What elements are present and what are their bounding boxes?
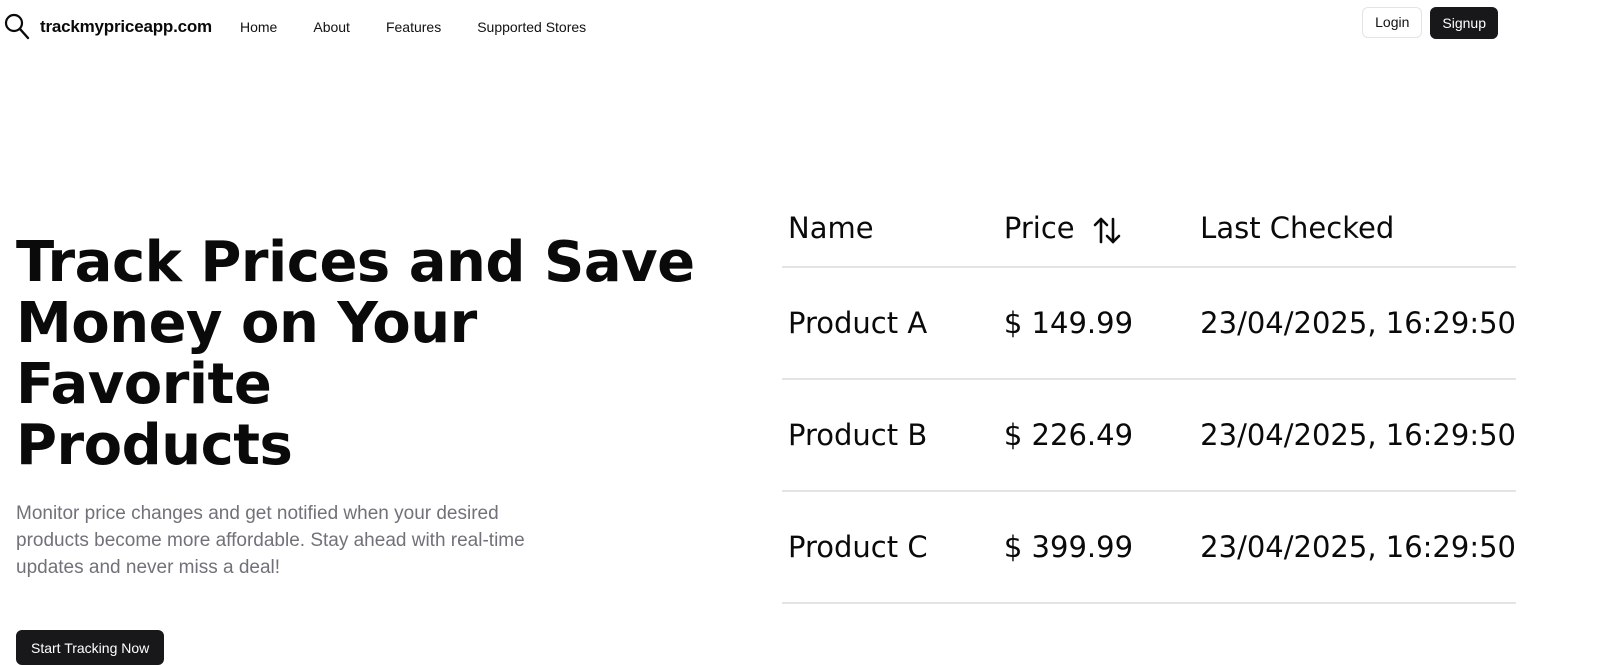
last-checked-cell: 23/04/2025, 16:29:50 [1194, 379, 1516, 492]
hero-description: Monitor price changes and get notified w… [16, 503, 525, 578]
column-header-price: Price [997, 190, 1195, 268]
hero-title: Track Prices and Save Money on Your Favo… [16, 232, 736, 476]
login-button[interactable]: Login [1362, 7, 1423, 38]
table-row[interactable]: Product C $ 399.99 23/04/2025, 16:29:50 [782, 491, 1516, 604]
hero-section: Track Prices and Save Money on Your Favo… [16, 232, 736, 665]
auth-buttons: Login Signup [1362, 7, 1498, 39]
price-table: Name Price Last Checked Product A $ 149.… [782, 190, 1516, 604]
column-header-label: Last Checked [1200, 211, 1395, 245]
last-checked-cell: 23/04/2025, 16:29:50 [1194, 267, 1516, 380]
brand[interactable]: trackmypriceapp.com [4, 13, 212, 41]
hero-title-line: Money on Your Favorite [16, 291, 477, 417]
last-checked-cell: 23/04/2025, 16:29:50 [1194, 491, 1516, 604]
sort-arrows-icon[interactable] [1091, 214, 1123, 246]
hero-title-line: Track Prices and Save [16, 230, 695, 295]
start-tracking-button[interactable]: Start Tracking Now [16, 630, 165, 665]
signup-button[interactable]: Signup [1430, 7, 1498, 39]
column-header-last-checked: Last Checked [1194, 190, 1516, 268]
top-navbar: trackmypriceapp.com Home About Features … [0, 0, 1606, 56]
hero-title-line: Products [16, 413, 293, 478]
table-row[interactable]: Product B $ 226.49 23/04/2025, 16:29:50 [782, 379, 1516, 492]
nav-link-features[interactable]: Features [386, 19, 441, 35]
product-price-cell: $ 399.99 [997, 491, 1195, 604]
nav-link-about[interactable]: About [313, 19, 350, 35]
column-header-label: Price [1003, 210, 1075, 245]
product-price-cell: $ 149.99 [997, 267, 1195, 380]
column-header-name: Name [782, 190, 998, 268]
nav-link-supported-stores[interactable]: Supported Stores [477, 19, 586, 35]
brand-name: trackmypriceapp.com [40, 17, 212, 36]
product-name-cell: Product C [782, 491, 998, 604]
column-header-label: Name [788, 211, 874, 245]
search-icon [4, 13, 30, 41]
product-name-cell: Product B [782, 379, 998, 492]
product-price-cell: $ 226.49 [997, 379, 1195, 492]
main-nav: Home About Features Supported Stores [240, 19, 622, 35]
nav-link-home[interactable]: Home [240, 19, 277, 35]
product-name-cell: Product A [782, 267, 998, 380]
table-row[interactable]: Product A $ 149.99 23/04/2025, 16:29:50 [782, 267, 1516, 380]
table-header-row: Name Price Last Checked [782, 190, 1516, 268]
price-table-section: Name Price Last Checked Product A $ 149.… [782, 190, 1516, 604]
